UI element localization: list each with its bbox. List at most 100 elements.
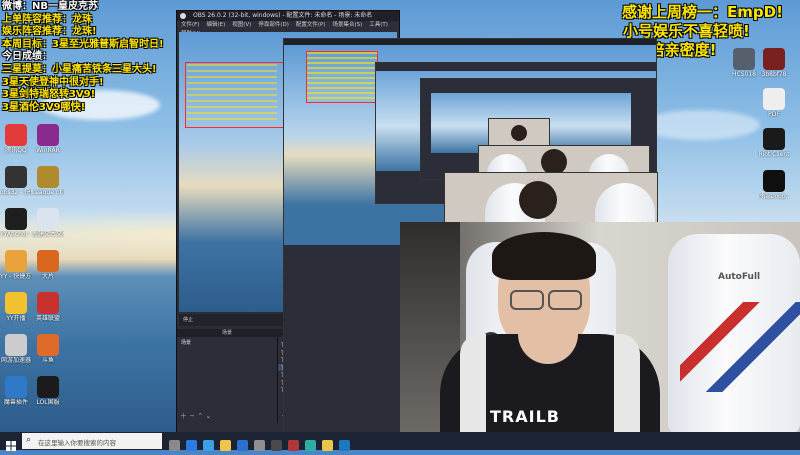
game-icon[interactable] [288,440,299,451]
steam-icon[interactable] [339,440,350,451]
desktop-icon-label: Riot Client [758,151,790,158]
video-icon [37,250,59,272]
overlay-thanks-text: 感谢上周榜一：EmpD! [622,3,783,21]
scene-item[interactable]: 场景 [177,337,277,348]
desktop-icon[interactable]: PDF [758,88,790,118]
desktop-icon[interactable]: obs32 - 快捷方式 [0,166,32,196]
lol-icon [37,166,59,188]
desktop-icon[interactable]: 英雄联盟 [32,292,64,322]
edge-icon[interactable] [186,440,197,451]
file-icon [5,334,27,356]
settings-icon[interactable] [254,440,265,451]
obs-menu-item[interactable]: 工具(T) [369,22,388,28]
yy-live-icon [5,292,27,314]
desktop-icon[interactable]: Riot Client [758,128,790,158]
desktop-icon-label: League of Legends [32,189,64,196]
desktop-icon-label: 斗鱼 [41,357,54,364]
desktop-icon-label: LOL国服 [36,399,60,406]
g-app-icon [37,376,59,398]
scenes-panel: 场景 ＋ − ⌃ ⌄ [177,337,278,423]
taskbar-apps [166,435,353,454]
desktop-icon[interactable]: 网游加速器 [0,334,32,364]
desktop-icon-label: 3b8bf78 [761,71,787,78]
desktop-icon-label: 魔兽插件 [3,399,28,406]
streamer-shirt-sleeve [460,334,486,432]
qq-icon [5,124,27,146]
overlay-line: 娱乐阵容推荐：龙珠! [2,26,97,38]
streamer-shirt-sleeve [614,334,640,432]
folder-icon [733,48,755,70]
preview-overlay-text [187,64,277,124]
desktop-icon-label: PDF [768,111,780,118]
desktop-icon-label: YY开播 [6,315,26,322]
desktop-icon[interactable]: WinRAR [32,124,64,154]
store-icon[interactable] [203,440,214,451]
obs-menu-bar: 文件(F) 编辑(E) 视图(V) 停靠部件(D) 配置文件(P) 场景集合(S) 工具(T… [177,21,399,37]
start-button[interactable] [6,436,16,451]
streamer-glasses-right [548,290,582,310]
obs-menu-item[interactable]: 停靠部件(D) [258,22,289,28]
nested-webcam-medium [444,172,658,224]
hero-icon [37,292,59,314]
douyu-icon [37,334,59,356]
nested-person-head [519,181,557,219]
winrar-icon [37,124,59,146]
obs-title-text: OBS 26.0.2 (32-bit, windows) - 配置文件: 未命名… [193,12,373,19]
desktop-icon[interactable]: YYAnchor - 快捷方式 [0,208,32,238]
yy-icon [5,250,27,272]
task-view-icon[interactable] [169,440,180,451]
desktop-icon[interactable]: 大片 [32,250,64,280]
riot-icon [763,128,785,150]
desktop-icon-label: YY - 快捷方式 [0,273,32,280]
desktop-icon-label: WinRAR [36,147,60,154]
search-icon: ⌕ [26,435,32,445]
chrome-icon[interactable] [322,440,333,451]
overlay-line: 3星天使登神中很对手! [2,76,104,88]
desktop-icon[interactable]: HCS018 [728,48,760,78]
desktop-icon[interactable]: 腾讯QQ [0,124,32,154]
desktop-icon[interactable]: YY开播 [0,292,32,322]
image-icon [763,48,785,70]
desktop-icon[interactable]: YY - 快捷方式 [0,250,32,280]
taskbar: ⌕ 在这里输入你要搜索的内容 [0,432,800,451]
overlay-line: 上单阵容推荐：龙珠 [2,13,92,25]
desktop-icon[interactable]: League of Legends [32,166,64,196]
desktop-icon-label: YYAnchor - 快捷方式 [0,231,32,238]
obs-menu-item[interactable]: 视图(V) [232,22,251,28]
desktop-icon[interactable]: 斗鱼 [32,334,64,364]
scene-controls[interactable]: ＋ − ⌃ ⌄ [180,411,211,421]
obs-icon [5,166,27,188]
nested-chair [595,183,655,223]
desktop-icon-label: 新建文本文档 [32,231,64,238]
obs-icon[interactable] [271,440,282,451]
obs-menu-item[interactable]: 文件(F) [181,22,199,28]
pdf-icon [763,88,785,110]
streamer-hair [492,232,596,280]
taskbar-search-box[interactable]: ⌕ 在这里输入你要搜索的内容 [22,433,162,449]
desktop-icon[interactable]: 新建文本文档 [32,208,64,238]
obs-menu-item[interactable]: 场景集合(S) [332,22,362,28]
desktop-icon-label: Phasmop... [758,193,790,200]
explorer-icon[interactable] [220,440,231,451]
nested-overlay-text [306,51,378,103]
desktop-icon-label: 网游加速器 [0,357,31,364]
wallpaper-cloud [640,110,760,140]
obs-title-bar[interactable]: OBS 26.0.2 (32-bit, windows) - 配置文件: 未命名… [177,11,399,21]
desktop-icon[interactable]: LOL国服 [32,376,64,406]
scenes-header: 场景 [221,330,232,336]
mail-icon[interactable] [237,440,248,451]
obs-menu-item[interactable]: 配置文件(P) [296,22,326,28]
desktop-icon[interactable]: 魔兽插件 [0,376,32,406]
overlay-line: 本周目标：3星至光雅普斯启智时日! [2,38,164,50]
obs-menu-item[interactable]: 编辑(E) [206,22,225,28]
chair-logo: AutoFull [718,272,761,282]
obs-logo-icon [180,13,186,19]
overlay-line: 今日成绩： [2,51,52,63]
k-app-icon [5,376,27,398]
desktop-icon[interactable]: Phasmop... [758,170,790,200]
desktop-icon-label: 英雄联盟 [35,315,60,322]
desktop-icon[interactable]: 3b8bf78 [758,48,790,78]
text-file-icon [37,208,59,230]
overlay-line: 三星提莫：小星痛苦铁条三星大头! [2,64,157,75]
edge-beta-icon[interactable] [305,440,316,451]
